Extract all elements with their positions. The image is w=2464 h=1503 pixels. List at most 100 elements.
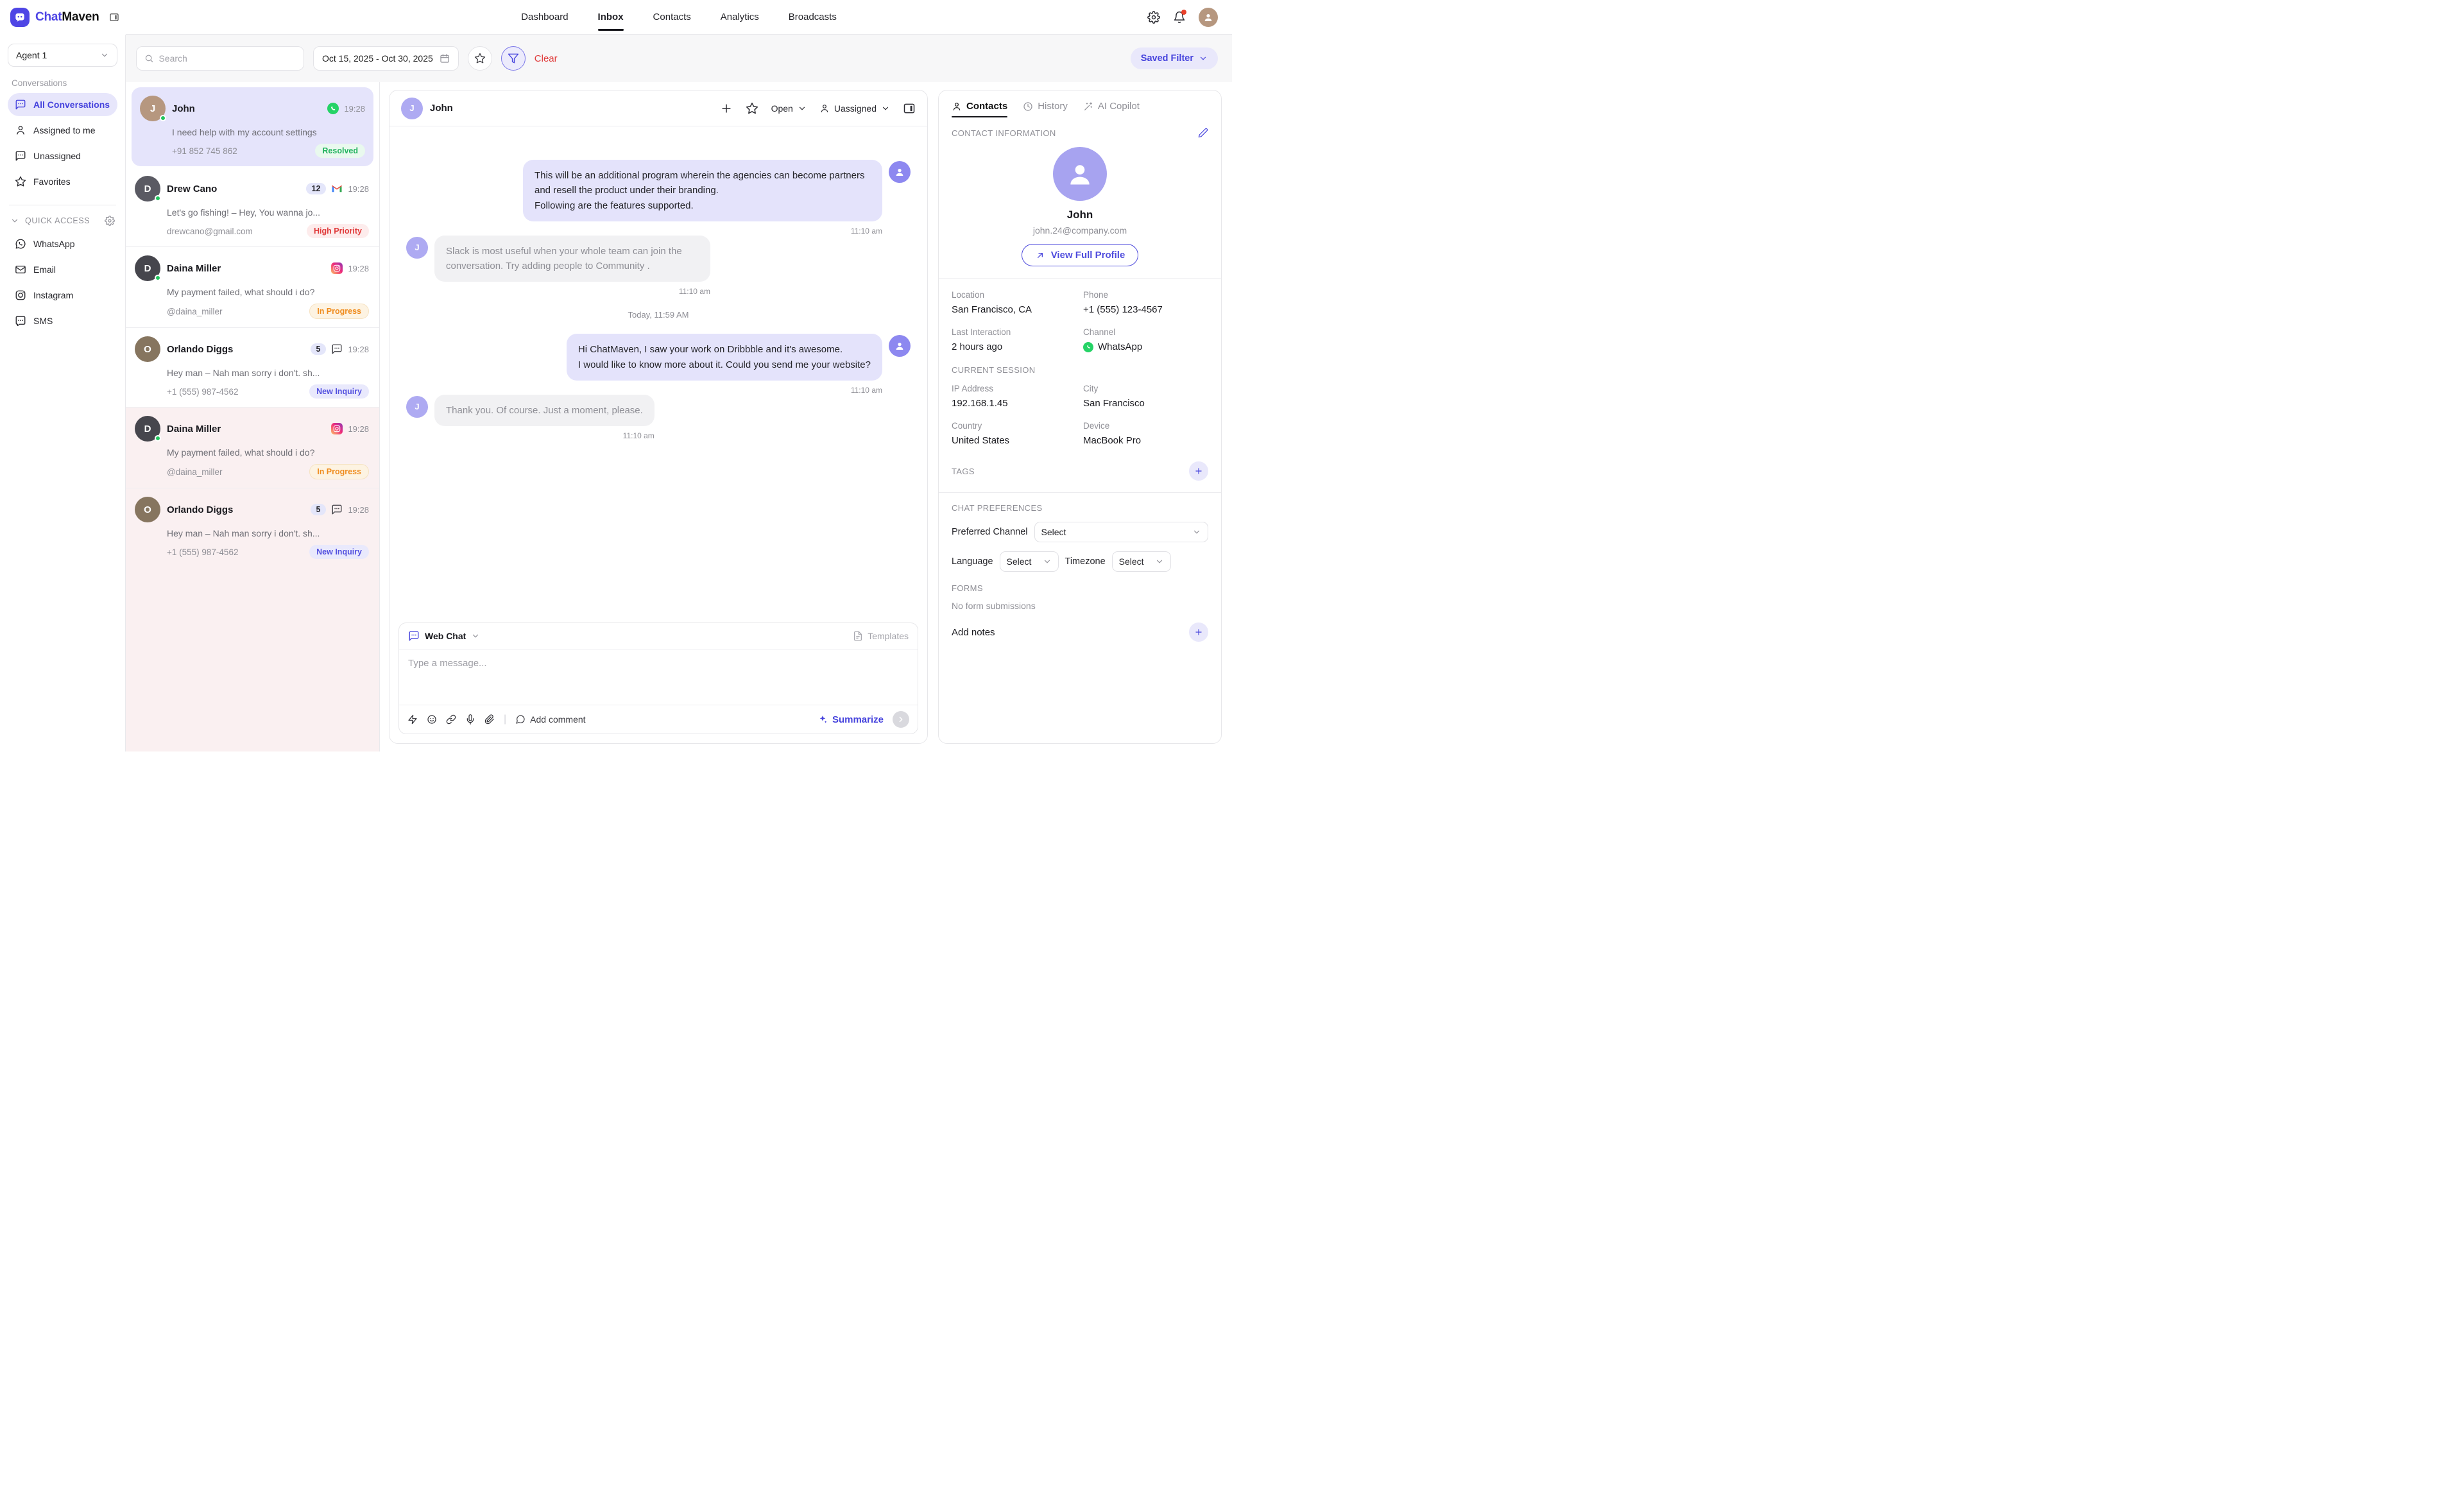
sidebar-collapse-icon[interactable] bbox=[109, 12, 119, 22]
filter-funnel-button[interactable] bbox=[501, 46, 526, 71]
message-thread[interactable]: This will be an additional program where… bbox=[389, 126, 927, 623]
tab-history[interactable]: History bbox=[1023, 101, 1068, 117]
tab-label: History bbox=[1038, 101, 1068, 112]
conversation-item-orlando[interactable]: O Orlando Diggs 5 19:28 Hey man – Nah ma… bbox=[126, 327, 379, 407]
settings-gear-icon[interactable] bbox=[1147, 11, 1160, 24]
contact-name: Orlando Diggs bbox=[167, 504, 233, 515]
status-badge: New Inquiry bbox=[309, 384, 369, 399]
sidebar-item-label: SMS bbox=[33, 316, 53, 326]
sidebar-item-unassigned[interactable]: Unassigned bbox=[8, 144, 117, 167]
assignee-dropdown[interactable]: Uassigned bbox=[819, 103, 890, 114]
agent-select[interactable]: Agent 1 bbox=[8, 44, 117, 67]
conversation-item-john[interactable]: J John 19:28 I need help with my account… bbox=[132, 87, 373, 166]
panel-toggle-icon[interactable] bbox=[903, 102, 916, 115]
chat-preferences-heading: CHAT PREFERENCES bbox=[952, 503, 1208, 513]
nav-dashboard[interactable]: Dashboard bbox=[521, 9, 568, 25]
conversation-item-orlando-2[interactable]: O Orlando Diggs 5 19:28 Hey man – Nah ma… bbox=[126, 488, 379, 567]
quick-access-header[interactable]: QUICK ACCESS bbox=[10, 216, 115, 226]
notifications-bell-icon[interactable] bbox=[1173, 11, 1186, 24]
chat-contact-avatar: J bbox=[401, 98, 423, 119]
summarize-button[interactable]: Summarize bbox=[817, 714, 884, 725]
sidebar-channel-whatsapp[interactable]: WhatsApp bbox=[8, 232, 117, 255]
add-note-button[interactable] bbox=[1189, 623, 1208, 642]
add-notes-label: Add notes bbox=[952, 627, 995, 638]
user-avatar[interactable] bbox=[1199, 8, 1218, 27]
clear-filters-link[interactable]: Clear bbox=[535, 53, 558, 64]
contact-panel-tabs: Contacts History AI Copilot bbox=[952, 101, 1208, 117]
add-tag-button[interactable] bbox=[1189, 461, 1208, 481]
agent-avatar: J bbox=[406, 396, 428, 418]
date-divider: Today, 11:59 AM bbox=[406, 310, 911, 320]
sidebar-channel-instagram[interactable]: Instagram bbox=[8, 284, 117, 307]
nav-analytics[interactable]: Analytics bbox=[721, 9, 759, 25]
nav-inbox[interactable]: Inbox bbox=[598, 9, 624, 25]
timezone-label: Timezone bbox=[1065, 556, 1106, 567]
send-button[interactable] bbox=[893, 711, 909, 728]
nav-contacts[interactable]: Contacts bbox=[653, 9, 691, 25]
chevron-down-icon bbox=[798, 104, 807, 113]
instagram-icon bbox=[15, 289, 26, 301]
chevron-down-icon bbox=[10, 216, 19, 225]
chevron-down-icon bbox=[881, 104, 890, 113]
avatar: J bbox=[140, 96, 166, 121]
conversation-item-daina-2[interactable]: D Daina Miller 19:28 My payment failed, … bbox=[126, 407, 379, 488]
whatsapp-icon bbox=[1083, 342, 1093, 352]
avatar: O bbox=[135, 497, 160, 522]
tab-ai-copilot[interactable]: AI Copilot bbox=[1083, 101, 1140, 117]
language-select[interactable]: Select bbox=[1000, 551, 1059, 572]
sidebar-channel-sms[interactable]: SMS bbox=[8, 309, 117, 332]
avatar: D bbox=[135, 176, 160, 202]
templates-button[interactable]: Templates bbox=[853, 631, 909, 641]
conversation-item-drew[interactable]: D Drew Cano 12 19:28 Let's go fishing! –… bbox=[126, 167, 379, 246]
link-icon[interactable] bbox=[446, 714, 456, 725]
contact-handle: @daina_miller bbox=[167, 467, 223, 477]
avatar: D bbox=[135, 255, 160, 281]
notification-badge bbox=[1181, 10, 1186, 15]
date-range-picker[interactable]: Oct 15, 2025 - Oct 30, 2025 bbox=[313, 46, 459, 71]
nav-broadcasts[interactable]: Broadcasts bbox=[789, 9, 837, 25]
attachment-paperclip-icon[interactable] bbox=[484, 714, 495, 725]
contact-handle: +91 852 745 862 bbox=[172, 146, 237, 156]
star-icon[interactable] bbox=[746, 102, 758, 115]
saved-filter-button[interactable]: Saved Filter bbox=[1131, 47, 1218, 69]
status-dropdown[interactable]: Open bbox=[771, 103, 807, 114]
search-icon bbox=[144, 53, 153, 64]
sidebar-item-favorites[interactable]: Favorites bbox=[8, 170, 117, 193]
mic-icon[interactable] bbox=[465, 714, 475, 725]
comment-bubble-icon bbox=[515, 714, 526, 725]
status-badge: In Progress bbox=[309, 304, 369, 319]
tab-contacts[interactable]: Contacts bbox=[952, 101, 1007, 117]
sidebar-item-assigned-to-me[interactable]: Assigned to me bbox=[8, 119, 117, 142]
quick-reply-lightning-icon[interactable] bbox=[407, 714, 418, 725]
chevron-down-icon[interactable] bbox=[471, 631, 480, 640]
agent-avatar: J bbox=[406, 237, 428, 259]
quick-access-gear-icon[interactable] bbox=[105, 216, 115, 226]
search-input[interactable] bbox=[158, 53, 296, 64]
emoji-icon[interactable] bbox=[427, 714, 437, 725]
add-plus-icon[interactable] bbox=[720, 102, 733, 115]
add-comment-button[interactable]: Add comment bbox=[515, 714, 585, 725]
document-icon bbox=[853, 631, 863, 641]
preferred-channel-select[interactable]: Select bbox=[1034, 522, 1209, 542]
sidebar-item-all-conversations[interactable]: All Conversations bbox=[8, 93, 117, 116]
toolbar-divider: | bbox=[504, 714, 506, 725]
unread-count: 12 bbox=[306, 183, 327, 194]
contact-name: Daina Miller bbox=[167, 424, 221, 434]
conversations-section-label: Conversations bbox=[12, 78, 114, 88]
timezone-select[interactable]: Select bbox=[1112, 551, 1171, 572]
tags-heading: TAGS bbox=[952, 467, 975, 476]
contact-handle: @daina_miller bbox=[167, 307, 223, 316]
forms-heading: FORMS bbox=[952, 583, 1208, 593]
favorite-filter-button[interactable] bbox=[468, 46, 492, 71]
message-bubble: Hi ChatMaven, I saw your work on Dribbbl… bbox=[567, 334, 882, 381]
view-full-profile-button[interactable]: View Full Profile bbox=[1022, 244, 1139, 266]
message-input[interactable] bbox=[399, 649, 918, 705]
composer-channel-select[interactable]: Web Chat bbox=[425, 631, 466, 641]
person-icon bbox=[15, 125, 26, 136]
status-value: Open bbox=[771, 103, 793, 114]
sidebar-channel-email[interactable]: Email bbox=[8, 258, 117, 281]
tab-label: AI Copilot bbox=[1098, 101, 1140, 112]
contact-name: John bbox=[172, 103, 195, 114]
edit-pencil-icon[interactable] bbox=[1198, 128, 1208, 138]
conversation-item-daina[interactable]: D Daina Miller 19:28 My payment failed, … bbox=[126, 246, 379, 327]
